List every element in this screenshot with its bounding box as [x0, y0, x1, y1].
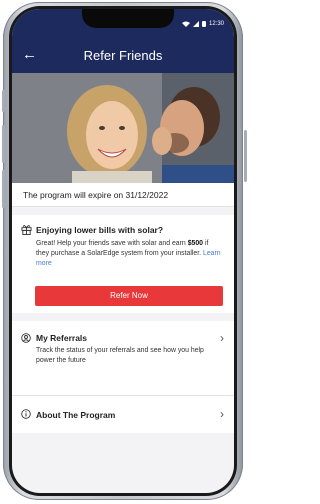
battery-icon — [201, 21, 206, 27]
user-circle-icon — [21, 333, 31, 343]
menu-item-my-referrals[interactable]: My Referrals Track the status of your re… — [12, 321, 234, 395]
promo-card: Enjoying lower bills with solar? Great! … — [12, 215, 234, 313]
screen: 12:30 ← Refer Friends The program will e… — [12, 9, 234, 493]
menu-item-title: About The Program — [36, 410, 116, 420]
menu-item-about-program[interactable]: About The Program › — [12, 396, 234, 433]
info-icon — [21, 409, 31, 419]
menu-item-description: Track the status of your referrals and s… — [36, 347, 204, 364]
app-bar: ← Refer Friends — [12, 39, 234, 73]
chevron-right-icon: › — [220, 331, 224, 345]
menu-list: My Referrals Track the status of your re… — [12, 321, 234, 433]
promo-body: Great! Help your friends save with solar… — [36, 239, 222, 269]
notch — [82, 9, 174, 28]
promo-amount: $500 — [187, 240, 204, 247]
phone-side-button — [2, 125, 5, 163]
promo-title: Enjoying lower bills with solar? — [36, 225, 164, 235]
phone-side-button — [2, 90, 5, 112]
promo-body-prefix: Great! Help your friends save with solar… — [36, 240, 186, 247]
hero-image — [12, 73, 234, 183]
wifi-icon — [181, 21, 190, 27]
signal-icon — [192, 21, 199, 27]
phone-side-button — [2, 170, 5, 208]
phone-side-button — [244, 130, 247, 182]
page-title: Refer Friends — [83, 48, 163, 63]
expiry-text: The program will expire on 31/12/2022 — [12, 183, 234, 207]
gift-icon — [21, 225, 32, 235]
menu-item-title: My Referrals — [36, 333, 88, 343]
refer-now-button[interactable]: Refer Now — [35, 286, 223, 306]
status-time: 12:30 — [208, 21, 224, 27]
chevron-right-icon: › — [220, 407, 224, 421]
status-icons: 12:30 — [181, 21, 224, 27]
